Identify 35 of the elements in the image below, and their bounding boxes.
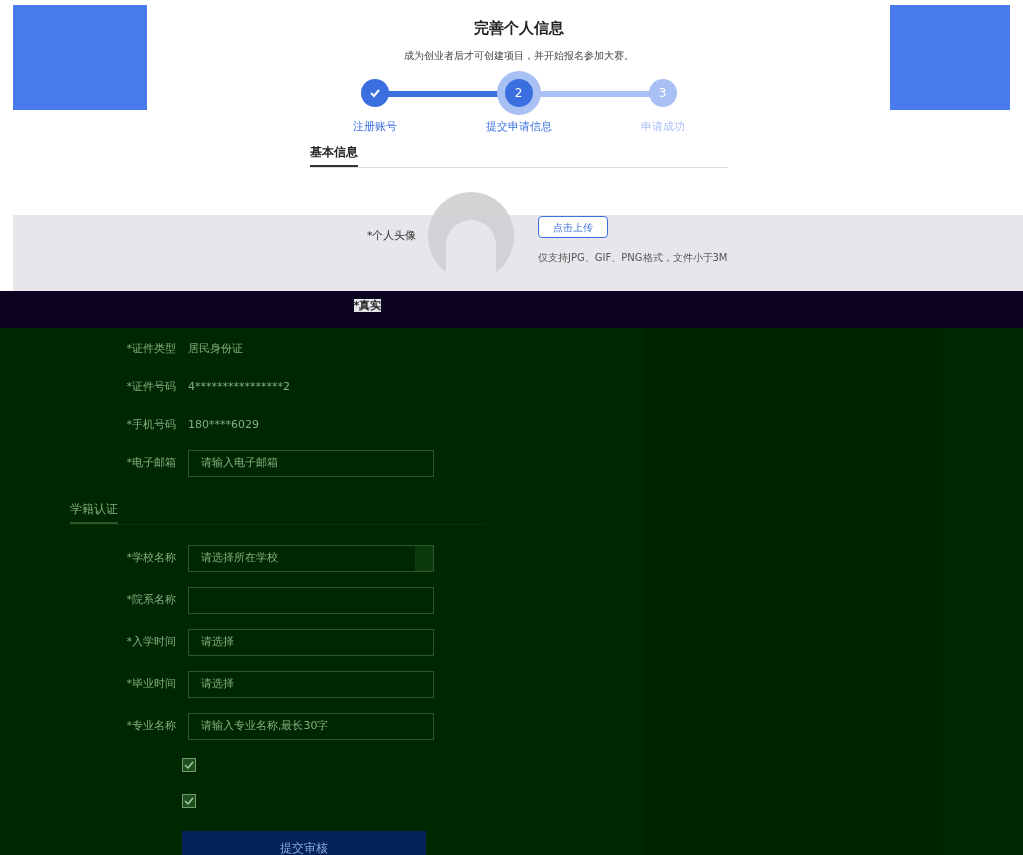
field-label: *电子邮箱 — [125, 454, 176, 471]
submit-button[interactable]: 提交审核 — [182, 831, 426, 855]
upload-button[interactable]: 点击上传 — [538, 216, 609, 238]
step-label: 注册账号 — [352, 118, 397, 135]
field-label: *证件类型 — [125, 340, 176, 357]
step-label: 申请成功 — [640, 118, 685, 135]
step-number: 2 — [514, 84, 523, 101]
upload-hint: 仅支持JPG、GIF、PNG格式，文件小于3M — [538, 251, 728, 265]
field-label: *手机号码 — [125, 416, 176, 433]
input-field[interactable]: 请选择 — [188, 628, 434, 656]
field-label: *毕业时间 — [125, 675, 176, 692]
field-label: *学校名称 — [125, 549, 176, 566]
input-field[interactable]: 请选择 — [188, 670, 434, 698]
step-number: 3 — [658, 84, 667, 101]
field-label: *真实 — [353, 299, 382, 312]
field-value: 4****************2 — [188, 378, 290, 395]
page-title: 完善个人信息 — [473, 18, 564, 39]
page-subtitle: 成为创业者后才可创建项目，并开始报名参加大赛。 — [403, 48, 634, 63]
checkbox[interactable] — [182, 758, 196, 772]
dropdown-toggle[interactable] — [415, 545, 433, 571]
step-label: 提交申请信息 — [485, 118, 552, 135]
field-value: 居民身份证 — [188, 340, 243, 357]
field-label: *入学时间 — [125, 633, 176, 650]
input-field[interactable]: 请输入专业名称,最长30字 — [188, 712, 434, 740]
input-field[interactable]: 请输入电子邮箱 — [188, 449, 434, 477]
section-tab[interactable]: 学籍认证 — [70, 500, 118, 524]
checkbox[interactable] — [182, 794, 196, 808]
field-label: *证件号码 — [125, 378, 176, 395]
section-tab[interactable]: 基本信息 — [309, 143, 358, 167]
field-label: *专业名称 — [125, 717, 176, 734]
select-field[interactable]: 请选择所在学校 — [188, 544, 434, 572]
input-field[interactable] — [188, 586, 434, 614]
field-label: *院系名称 — [125, 591, 176, 608]
field-value: 180****6029 — [188, 416, 259, 433]
field-label: *个人头像 — [366, 228, 417, 244]
